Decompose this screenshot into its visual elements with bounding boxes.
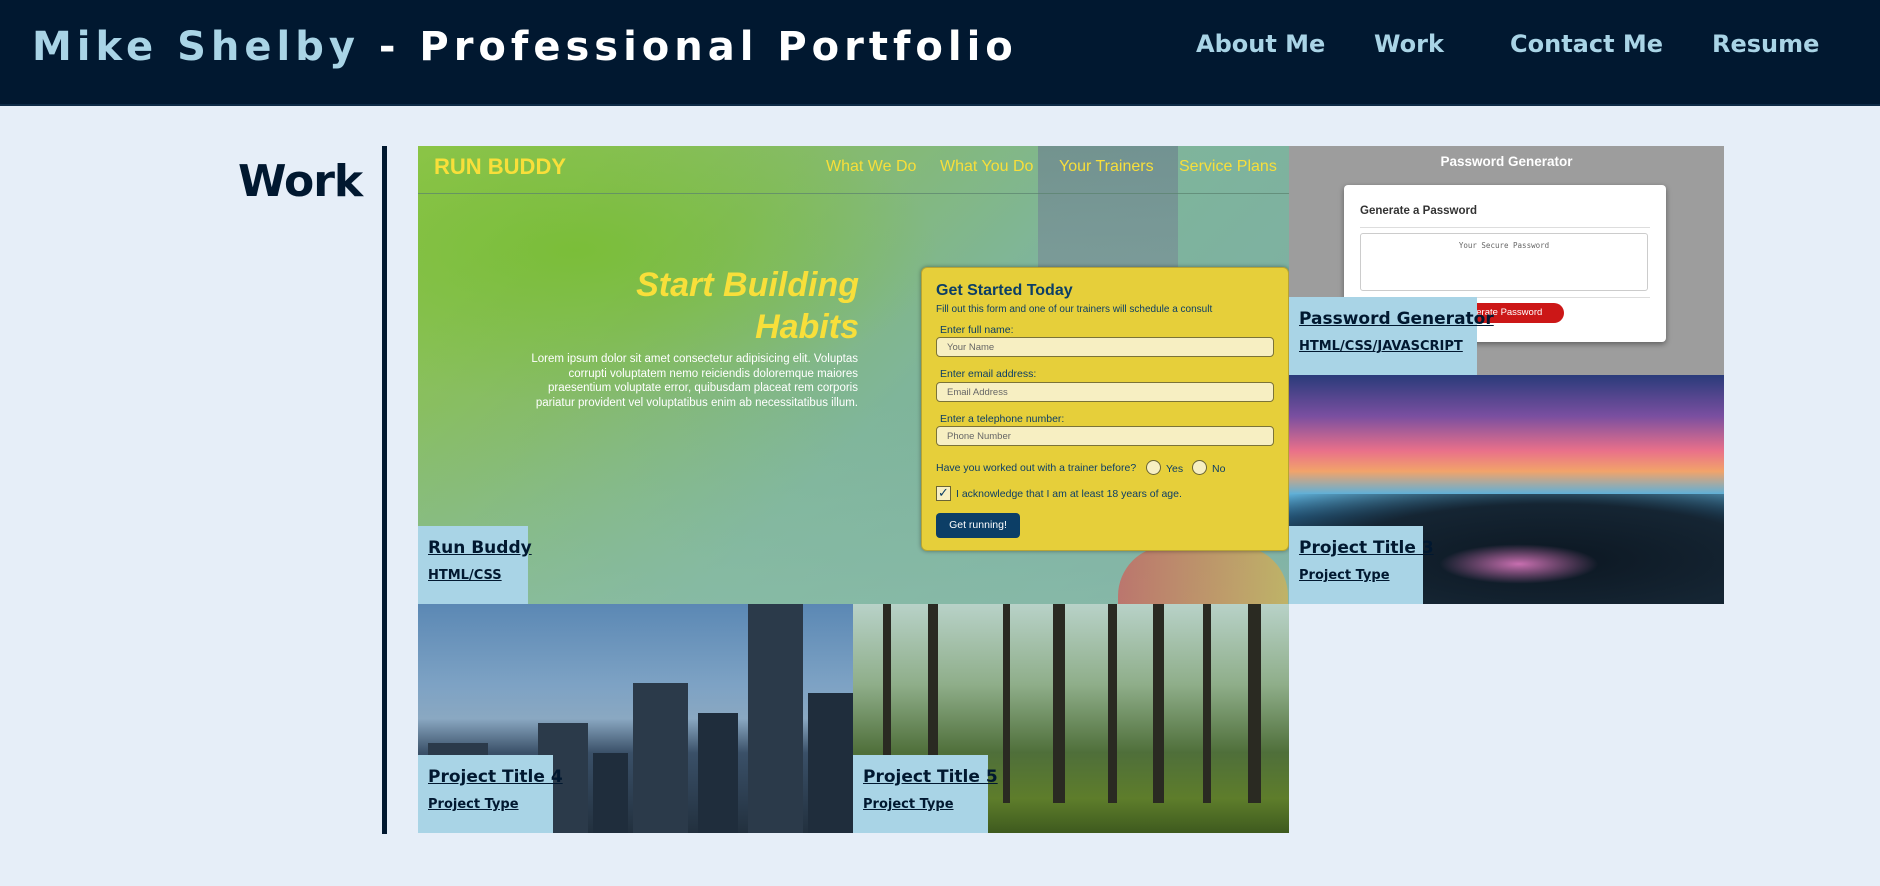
run-buddy-screenshot: RUN BUDDY What We Do What You Do Your Tr… [418, 146, 1289, 604]
project-tile-run-buddy[interactable]: RUN BUDDY What We Do What You Do Your Tr… [418, 146, 1289, 604]
radio-no-label: No [1212, 463, 1226, 475]
project-title-link[interactable]: Password Generator [1299, 309, 1494, 329]
run-buddy-logo: RUN BUDDY [434, 154, 566, 179]
run-buddy-form: Get Started Today Fill out this form and… [921, 267, 1289, 551]
radio-yes-label: Yes [1166, 463, 1184, 475]
project-title-link[interactable]: Run Buddy [428, 538, 532, 558]
project-type-link[interactable]: HTML/CSS/JAVASCRIPT [1299, 339, 1467, 354]
trainer-question: Have you worked out with a trainer befor… [936, 462, 1137, 474]
site-header: Mike Shelby - Professional Portfolio Abo… [0, 0, 1880, 106]
phone-field: Phone Number [936, 426, 1274, 446]
ack-label: I acknowledge that I am at least 18 year… [956, 488, 1182, 500]
run-buddy-nav-item: What We Do [826, 158, 917, 175]
radio-yes [1146, 460, 1161, 475]
project-tile-3[interactable]: Project Title 3 Project Type [1289, 375, 1724, 604]
name-field: Your Name [936, 337, 1274, 357]
nav-about-me[interactable]: About Me [1196, 30, 1325, 58]
work-heading: Work [238, 156, 363, 207]
site-title-rest: - Professional Portfolio [359, 24, 1018, 70]
phone-label: Enter a telephone number: [940, 413, 1065, 425]
name-label: Enter full name: [940, 324, 1014, 336]
run-buddy-headline: Start Building [636, 266, 859, 304]
nav-work[interactable]: Work [1374, 30, 1444, 58]
run-buddy-lorem: Lorem ipsum dolor sit amet consectetur a… [531, 353, 858, 409]
project-type-link[interactable]: HTML/CSS [428, 568, 518, 583]
pg-password-box: Your Secure Password [1360, 233, 1648, 291]
project-type-link[interactable]: Project Type [428, 797, 543, 812]
email-label: Enter email address: [940, 368, 1037, 380]
project-tile-5[interactable]: Project Title 5 Project Type [853, 604, 1289, 833]
project-tile-password-generator[interactable]: Password Generator Generate a Password Y… [1289, 146, 1724, 375]
project-caption: Run Buddy HTML/CSS [418, 526, 532, 604]
run-buddy-nav-item: Your Trainers [1059, 158, 1154, 175]
nav-contact-me[interactable]: Contact Me [1510, 30, 1663, 58]
pg-card-heading: Generate a Password [1360, 205, 1477, 217]
project-type-link[interactable]: Project Type [1299, 568, 1413, 583]
form-title: Get Started Today [936, 282, 1073, 299]
email-field: Email Address [936, 382, 1274, 402]
pg-title: Password Generator [1440, 154, 1573, 169]
project-title-link[interactable]: Project Title 3 [1299, 538, 1434, 558]
run-buddy-headline: Habits [755, 308, 859, 346]
site-title-name: Mike Shelby [32, 24, 360, 70]
project-caption: Project Title 5 Project Type [853, 755, 998, 833]
form-subtitle: Fill out this form and one of our traine… [936, 304, 1213, 315]
project-tile-4[interactable]: Project Title 4 Project Type [418, 604, 853, 833]
project-caption: Project Title 3 Project Type [1289, 526, 1434, 604]
project-title-link[interactable]: Project Title 5 [863, 767, 998, 787]
project-caption: Project Title 4 Project Type [418, 755, 563, 833]
section-divider [382, 146, 387, 834]
project-title-link[interactable]: Project Title 4 [428, 767, 563, 787]
run-buddy-nav-item: Service Plans [1179, 158, 1277, 175]
get-running-button: Get running! [936, 513, 1020, 538]
nav-resume[interactable]: Resume [1712, 30, 1819, 58]
project-caption: Password Generator HTML/CSS/JAVASCRIPT [1289, 297, 1494, 375]
run-buddy-nav-item: What You Do [940, 158, 1034, 175]
run-buddy-navbar: RUN BUDDY What We Do What You Do Your Tr… [418, 146, 1289, 194]
site-title: Mike Shelby - Professional Portfolio [32, 24, 1018, 70]
project-type-link[interactable]: Project Type [863, 797, 978, 812]
radio-no [1192, 460, 1207, 475]
ack-checkbox: ✓ [936, 486, 951, 501]
